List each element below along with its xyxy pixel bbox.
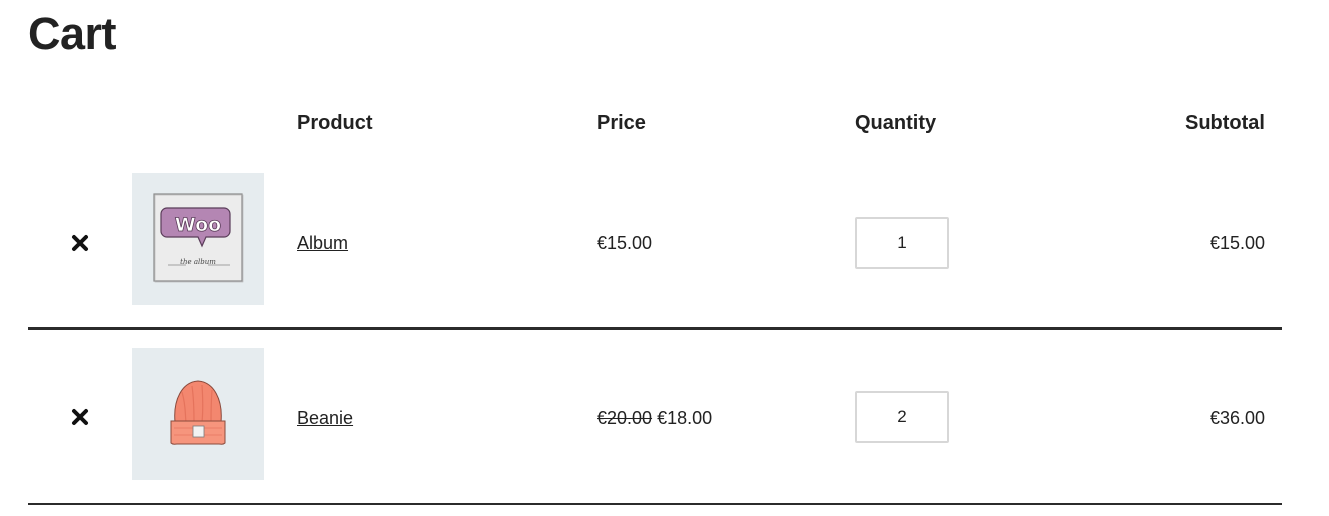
beanie-image	[132, 348, 264, 480]
cart-page: Cart Product Price Quantity Subtotal Woo…	[0, 0, 1329, 516]
product-thumbnail[interactable]	[132, 348, 264, 480]
price-regular: €20.00	[597, 408, 653, 428]
product-thumbnail[interactable]: Woo the album	[132, 173, 264, 305]
column-header-subtotal: Subtotal	[1185, 112, 1265, 134]
product-link[interactable]: Beanie	[297, 407, 353, 429]
close-icon	[72, 409, 88, 425]
product-link[interactable]: Album	[297, 232, 348, 254]
remove-item-button[interactable]	[70, 407, 90, 427]
product-price: €20.00 €18.00	[597, 407, 712, 429]
column-header-price: Price	[597, 112, 646, 134]
product-price: €15.00	[597, 232, 652, 254]
column-header-quantity: Quantity	[855, 112, 937, 134]
page-title: Cart	[28, 8, 117, 59]
cart-item-row: Beanie €20.00€18.00 €36.00	[28, 329, 1282, 505]
remove-item-button[interactable]	[70, 233, 90, 253]
album-woo-image: Woo the album	[132, 173, 264, 305]
quantity-input[interactable]	[855, 391, 949, 443]
cart-item-row: Woo the album Album €15.00 €15.00	[28, 154, 1282, 330]
price-current: €18.00	[657, 408, 713, 428]
line-subtotal: €15.00	[1209, 233, 1265, 253]
close-icon	[72, 235, 88, 251]
column-header-product: Product	[297, 112, 373, 134]
quantity-input[interactable]	[855, 217, 949, 269]
row-divider	[28, 503, 1282, 505]
price-current: €15.00	[597, 233, 653, 253]
album-woo-text: Woo	[175, 214, 221, 236]
line-subtotal: €36.00	[1209, 408, 1265, 428]
